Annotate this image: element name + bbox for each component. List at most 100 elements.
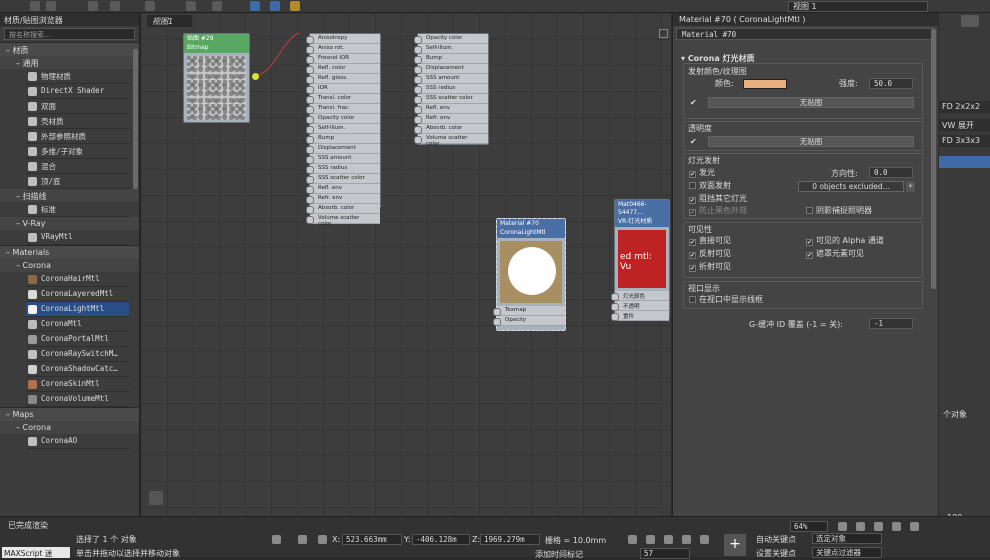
category-materials[interactable]: – Materials [0,245,139,259]
input-slot[interactable]: Anisotropy [306,34,380,44]
snap-icon[interactable] [298,535,307,544]
pan-icon[interactable] [838,522,847,531]
input-slot[interactable]: Absorb. color [306,204,380,214]
output-socket[interactable] [252,73,259,80]
maxscript-listener[interactable]: MAXScript 迷 [2,547,70,558]
refract-visible-check[interactable]: ✔ 折射可见 [689,262,731,272]
show-map-icon[interactable] [145,1,155,11]
modifier-1[interactable]: FD 2x2x2 [939,101,990,113]
go-start-icon[interactable] [628,535,637,544]
material-item[interactable]: 外部参照材质 [26,129,129,144]
props-scrollbar[interactable] [931,29,936,289]
input-slot[interactable]: SSS radius [306,164,380,174]
maximize-icon[interactable] [910,522,919,531]
input-slot[interactable]: 不透明 [611,301,669,311]
input-slot[interactable]: Refl. gloss. [306,74,380,84]
move-children-icon[interactable] [212,1,222,11]
zoom-level[interactable]: 64% [790,521,828,532]
material-item[interactable]: VRayMtl [26,230,129,245]
category-materials-cn[interactable]: – 材质 [0,42,139,56]
material-item[interactable]: CoronaMtl [26,317,129,332]
material-item[interactable]: CoronaLayeredMtl [26,287,129,302]
input-slot[interactable]: Opacity [493,316,565,326]
material-item[interactable]: CoronaSkinMtl [26,377,129,392]
material-item[interactable]: CoronaLightMtl [26,302,129,317]
grid-layout-icon[interactable] [270,1,280,11]
input-slot[interactable]: Refl. env [306,184,380,194]
group-corona[interactable]: – Corona [0,259,139,272]
node-editor-canvas[interactable]: 视图1 贴图 #29 Bitmap Anisotropy Aniso rot. Fr… [141,13,671,516]
input-slot[interactable]: Opacity color [414,34,488,44]
material-item[interactable]: CoronaRaySwitchM… [26,347,129,362]
input-slot[interactable]: IOR [306,84,380,94]
material-item[interactable]: CoronaHairMtl [26,272,129,287]
input-slot[interactable]: SSS radius [414,84,488,94]
intensity-spinner[interactable]: 50.0 [869,78,913,89]
reflect-visible-check[interactable]: ✔ 反射可见 [689,249,731,259]
settings-icon[interactable] [961,15,979,27]
group-corona-maps[interactable]: – Corona [0,421,139,434]
material-node-b[interactable]: Opacity color Self-illum. Bump Displacement… [414,33,489,147]
shadow-catcher-check[interactable]: 阴影捕捉照明器 [806,206,872,216]
material-name-field[interactable]: Material #70 [676,28,935,40]
input-slot[interactable]: SSS scatter color [414,94,488,104]
input-slot[interactable]: Refr. env [306,194,380,204]
navigation-icon[interactable] [149,491,163,505]
input-slot[interactable]: Bump [306,134,380,144]
frame-field[interactable]: 57 [640,548,690,559]
exclude-button[interactable]: 0 objects excluded... [798,181,904,192]
direct-visible-check[interactable]: ✔ 直接可见 [689,236,731,246]
input-slot[interactable]: Volume scatter color [414,134,488,147]
mask-visible-check[interactable]: ✔ 遮罩元素可见 [806,249,864,259]
modifier-3[interactable]: FD 3x3x3 [939,135,990,147]
orbit-icon[interactable] [856,522,865,531]
gbuffer-spinner[interactable]: -1 [869,318,913,329]
delete-icon[interactable] [88,1,98,11]
set-key-button[interactable]: 设置关键点 [756,548,796,559]
input-slot[interactable]: 灯光颜色 [611,291,669,301]
browser-scrollbar[interactable] [133,49,138,189]
zoom-icon[interactable] [874,522,883,531]
lock-icon[interactable] [272,535,281,544]
material-item[interactable]: CoronaShadowCatc… [26,362,129,377]
input-slot[interactable]: Refl. env [414,104,488,114]
close-icon[interactable] [659,29,668,38]
key-mode-icon[interactable]: + [724,534,746,556]
z-coordinate[interactable]: 1969.279m [480,534,540,545]
modifier-2[interactable]: VW 展开 [939,119,990,131]
material-item[interactable]: 标准 [26,202,129,217]
pick-icon[interactable] [290,1,300,11]
go-end-icon[interactable] [700,535,709,544]
selection-set-dropdown[interactable]: 选定对象 [812,533,882,544]
modifier-selected[interactable] [939,156,990,168]
alpha-visible-check[interactable]: ✔ 可见的 Alpha 通道 [806,236,884,246]
auto-key-button[interactable]: 自动关键点 [756,534,796,545]
material-item[interactable]: 混合 [26,159,129,174]
input-slot[interactable]: SSS amount [306,154,380,164]
material-node-a[interactable]: Anisotropy Aniso rot. Fresnel IOR Refl. col… [306,33,381,227]
bitmap-node[interactable]: 贴图 #29 Bitmap [183,33,250,123]
emit-map-button[interactable]: 无贴图 [708,97,914,108]
exclude-add-icon[interactable]: + [906,181,915,192]
y-coordinate[interactable]: -406.128m [412,534,470,545]
input-slot[interactable]: SSS amount [414,74,488,84]
layout-icon[interactable] [110,1,120,11]
material-item[interactable]: 物理材质 [26,69,129,84]
next-frame-icon[interactable] [682,535,691,544]
brush-icon[interactable] [46,1,56,11]
material-item[interactable]: CoronaPortalMtl [26,332,129,347]
input-slot[interactable]: Displacement [414,64,488,74]
prevent-blown-check[interactable]: ✔ 防止黑色外观 [689,206,747,216]
play-icon[interactable] [664,535,673,544]
directionality-spinner[interactable]: 0.0 [869,167,913,178]
group-general[interactable]: – 通用 [0,56,139,69]
corona-light-node[interactable]: Material #70 CoronaLightMtl Texmap Opacit… [493,218,566,331]
opacity-map-button[interactable]: 无贴图 [708,136,914,147]
viewport-dropdown[interactable]: 视图 1 [788,1,928,12]
category-maps[interactable]: – Maps [0,407,139,421]
input-slot[interactable]: SSS scatter color [306,174,380,184]
add-time-tag[interactable]: 添加时间标记 [535,549,583,560]
input-slot[interactable]: Volume scatter color [306,214,380,227]
input-slot[interactable]: Bump [414,54,488,64]
input-slot[interactable]: Opacity color [306,114,380,124]
